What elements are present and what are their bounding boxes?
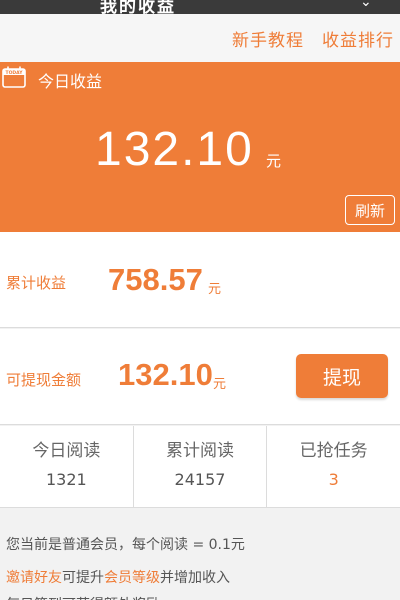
stat-value: 24157	[174, 470, 226, 489]
total-earnings-row: 累计收益 758.57 元	[0, 232, 400, 328]
upgrade-note-end: 并增加收入	[160, 570, 230, 586]
stat-label: 今日阅读	[32, 441, 101, 461]
stat-value: 1321	[45, 470, 87, 489]
stat-value: 3	[328, 470, 339, 489]
stat-today-reads: 今日阅读 1321	[0, 426, 133, 507]
member-level-link[interactable]: 会员等级	[104, 570, 160, 586]
member-rate-note: 您当前是普通会员，每个阅读 = 0.1元	[6, 537, 245, 553]
title-bar: 我的收益 ⌄	[0, 0, 400, 14]
stat-label: 已抢任务	[299, 441, 368, 461]
stat-tasks-grabbed[interactable]: 已抢任务 3	[266, 426, 400, 507]
withdraw-button[interactable]: 提现	[296, 354, 388, 398]
today-earnings-unit: 元	[266, 152, 282, 170]
calendar-today-icon: TODAY	[2, 66, 26, 88]
invite-friends-link[interactable]: 邀请好友	[6, 570, 62, 586]
stat-total-reads: 累计阅读 24157	[132, 426, 267, 507]
membership-notes: 您当前是普通会员，每个阅读 = 0.1元 邀请好友可提升会员等级并增加收入 每日…	[0, 508, 400, 600]
total-earnings-label: 累计收益	[6, 274, 67, 292]
total-earnings-value: 758.57	[108, 262, 203, 297]
reading-stats: 今日阅读 1321 累计阅读 24157 已抢任务 3	[0, 426, 400, 508]
stat-label: 累计阅读	[166, 441, 234, 461]
today-earnings-card: TODAY 今日收益 132.10 元 刷新	[0, 62, 400, 232]
page-title: 我的收益	[100, 0, 176, 14]
ranking-link[interactable]: 收益排行	[322, 26, 394, 51]
top-links: 新手教程 收益排行	[0, 14, 400, 62]
upgrade-note: 邀请好友可提升会员等级并增加收入	[6, 567, 230, 587]
withdrawable-value: 132.10	[118, 357, 213, 392]
withdrawable-label: 可提现金额	[6, 371, 82, 389]
tutorial-link[interactable]: 新手教程	[232, 26, 304, 51]
calendar-icon-text: TODAY	[6, 70, 24, 76]
total-earnings-unit: 元	[208, 282, 222, 297]
refresh-button[interactable]: 刷新	[345, 195, 395, 225]
signin-note: 每日签到可获得额外奖励	[6, 594, 160, 600]
upgrade-note-mid: 可提升	[62, 570, 104, 586]
chevron-icon[interactable]: ⌄	[360, 0, 372, 10]
withdrawable-unit: 元	[213, 377, 227, 392]
today-earnings-label: 今日收益	[38, 72, 103, 91]
today-earnings-value: 132.10	[95, 123, 254, 176]
withdrawable-row: 可提现金额 132.10 元 提现	[0, 329, 400, 425]
